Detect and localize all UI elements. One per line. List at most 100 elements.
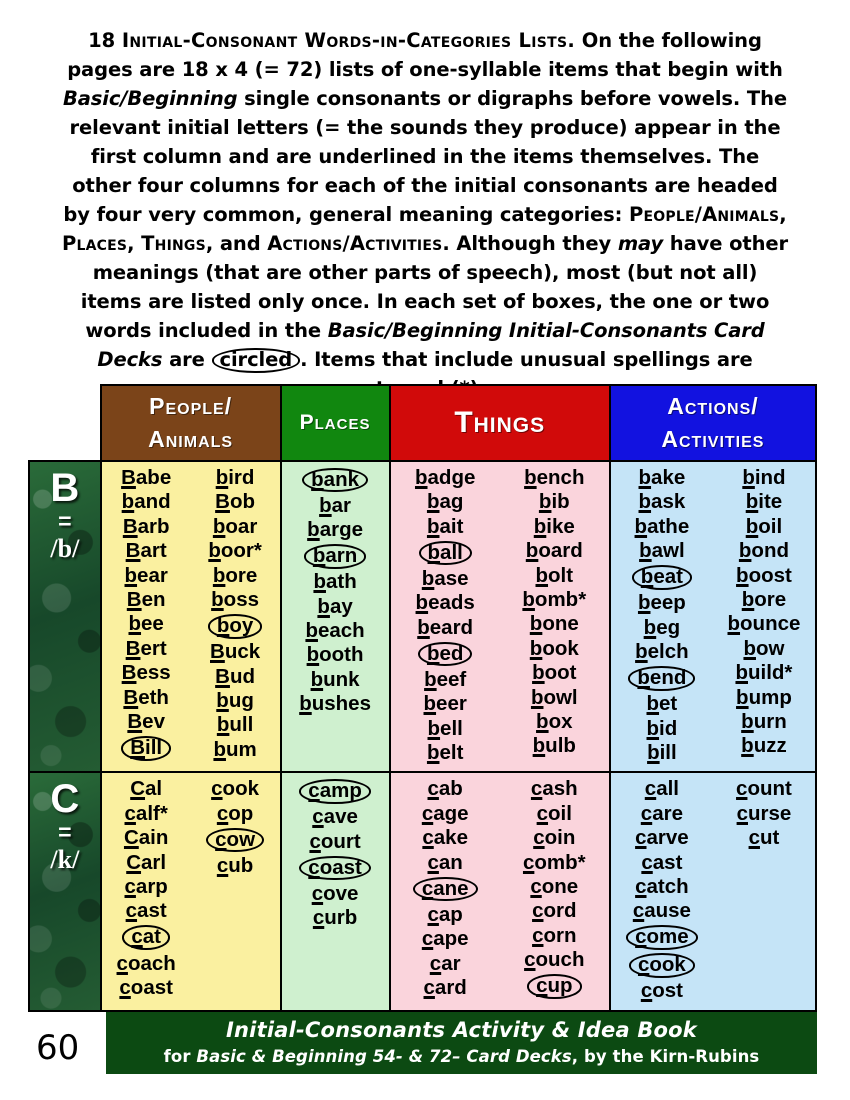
initial-letter-underlined: B [125, 636, 141, 660]
word-item: boost [735, 564, 793, 588]
initial-letter-underlined: c [124, 801, 136, 825]
initial-letter-underlined: c [635, 826, 647, 850]
word-item: cash [530, 777, 579, 801]
initial-letter-underlined: b [525, 539, 539, 563]
word-item-circled: camp [299, 779, 371, 804]
consonant-letter: B [50, 466, 80, 510]
cell-c-things: cab cage cake can cane cap cape car card cash coil… [388, 771, 611, 1012]
cell-c-actions-activities: call care carve cast catch cause come cook cost c… [608, 771, 818, 1012]
word-item: bait [426, 515, 464, 539]
word-item: carp [124, 875, 169, 899]
initial-letter-underlined: B [121, 466, 136, 489]
initial-letter-underlined: c [308, 779, 320, 803]
initial-letter-underlined: c [736, 777, 748, 801]
word-item: beer [423, 692, 468, 716]
initial-letter-underlined: b [426, 490, 440, 514]
word-item: boss [210, 588, 260, 612]
word-remainder: ar [331, 493, 352, 517]
word-remainder: ow [226, 827, 256, 851]
word-remainder: ounce [740, 612, 801, 636]
initial-letter-underlined: c [215, 827, 227, 851]
initial-letter-underlined: c [536, 801, 549, 825]
initial-letter-underlined: c [211, 777, 223, 801]
table-header-row: People/Animals Places Things Actions/Activi… [29, 384, 818, 462]
word-item: Bart [125, 539, 168, 563]
word-remainder: ave [323, 805, 358, 829]
word-remainder: ushes [311, 692, 371, 716]
word-remainder: ert [140, 636, 167, 660]
word-item: cast [640, 851, 683, 875]
word-remainder: ear [137, 563, 168, 587]
initial-letter-underlined: C [126, 850, 142, 874]
word-remainder: oil [548, 801, 572, 825]
word-item: Bud [214, 665, 256, 689]
word-item: bag [426, 490, 464, 514]
word-item: bond [738, 539, 790, 563]
word-remainder: oast [319, 855, 362, 879]
initial-letter-underlined: b [414, 466, 428, 489]
word-item: beg [643, 616, 681, 640]
word-item-circled: bend [628, 666, 696, 691]
word-remainder: ob [229, 490, 255, 514]
word-item: bull [216, 713, 254, 737]
initial-letter-underlined: b [307, 518, 320, 542]
letter-cell-content: C =/k/ [30, 773, 100, 875]
initial-letter-underlined: c [536, 974, 548, 998]
header-people-animals-line2: Animals [148, 426, 234, 452]
word-remainder: urn [753, 710, 787, 734]
word-item: bask [638, 490, 687, 514]
word-remainder: eg [656, 615, 681, 639]
intro-circled-word: circled [211, 348, 301, 373]
cell-c-people-animals-column-left: Cal calf* Cain Carl carp cast cat coach coast [102, 777, 191, 1000]
word-remainder: oss [223, 588, 259, 612]
intro-category-1: People/Animals [629, 203, 780, 226]
word-item: burn [740, 710, 788, 734]
word-remainder: ouch [535, 948, 585, 972]
phoneme-label: /k/ [50, 845, 80, 875]
initial-letter-underlined: b [736, 685, 749, 709]
initial-letter-underlined: b [735, 661, 748, 685]
initial-letter-underlined: c [632, 899, 645, 923]
initial-letter-underlined: b [426, 514, 440, 538]
initial-letter-underlined: c [422, 826, 434, 850]
equals-sign: = [58, 819, 72, 846]
word-remainder: ook [222, 777, 259, 801]
header-actions-activities: Actions/Activities [608, 384, 818, 462]
word-remainder: awl [651, 539, 685, 563]
phoneme-label: /b/ [50, 534, 80, 563]
word-remainder: eth [138, 685, 169, 709]
word-remainder: eep [650, 591, 686, 615]
initial-letter-underlined: c [421, 927, 434, 951]
word-remainder: owl [543, 685, 578, 709]
word-remainder: at [142, 925, 161, 949]
word-item-circled: bed [417, 641, 473, 667]
word-item: badge [414, 466, 476, 490]
word-remainder: oil [758, 514, 783, 538]
word-remainder: ost [652, 979, 683, 1003]
initial-letter-underlined: b [216, 713, 230, 737]
initial-letter-underlined: b [741, 710, 754, 734]
word-remainder: oard [538, 539, 583, 563]
word-remainder: ed [439, 641, 464, 665]
word-remainder: ench [536, 466, 585, 489]
initial-letter-underlined: c [532, 899, 544, 923]
word-item: bench [523, 466, 585, 490]
intro-category-2: Places [61, 232, 128, 255]
word-item: cone [529, 875, 579, 899]
word-item: Bess [121, 661, 172, 685]
initial-letter-underlined: b [216, 688, 229, 712]
intro-lead-number: 18 [88, 29, 116, 52]
word-remainder: ord [543, 899, 577, 923]
initial-letter-underlined: c [216, 853, 229, 877]
word-remainder: oot [544, 661, 577, 685]
cell-b-actions-activities-columns: bake bask bathe bawl beat beep beg belch bend bet… [611, 462, 815, 771]
initial-letter-underlined: b [426, 741, 440, 765]
word-remainder: urb [324, 906, 358, 930]
initial-letter-underlined: b [417, 615, 430, 639]
initial-letter-underlined: c [421, 876, 434, 900]
word-item: bathe [634, 515, 691, 539]
word-item: beach [304, 619, 365, 643]
initial-letter-underlined: C [130, 777, 146, 801]
word-item: coach [116, 952, 177, 976]
initial-letter-underlined: b [646, 692, 660, 716]
